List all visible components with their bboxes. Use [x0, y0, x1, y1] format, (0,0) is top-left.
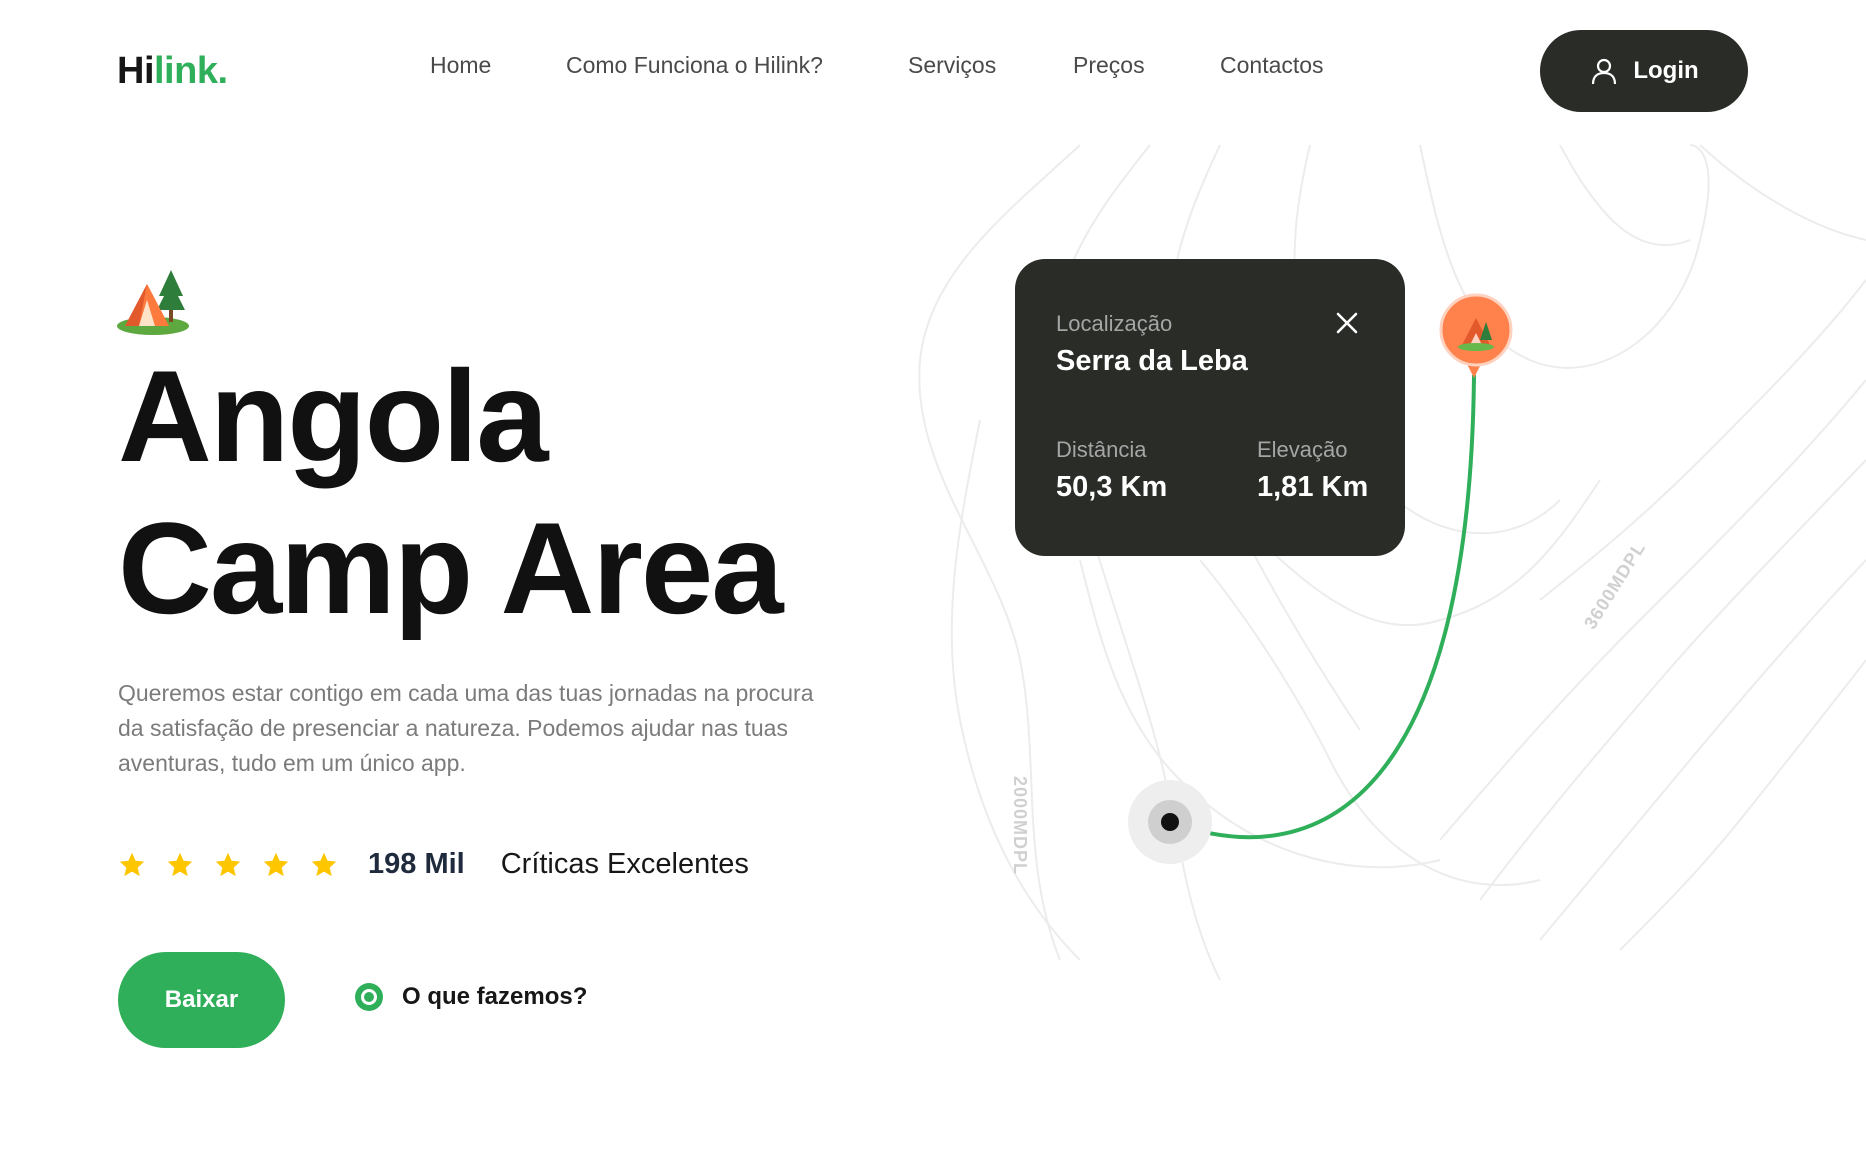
close-icon[interactable]: [1333, 309, 1361, 337]
star-icon: [263, 852, 289, 876]
nav-home[interactable]: Home: [430, 52, 491, 79]
hero-description: Queremos estar contigo em cada uma das t…: [118, 680, 814, 776]
star-icon: [167, 852, 193, 876]
start-point-marker: [1128, 780, 1212, 864]
logo-part-hi: Hi: [117, 50, 155, 92]
hero-title: Angola Camp Area: [118, 340, 784, 644]
distance-value: 50,3 Km: [1056, 471, 1168, 503]
contour-label-3600: 3600MDPL: [1580, 538, 1650, 633]
logo-part-dot: .: [217, 50, 228, 92]
logo-part-link: link: [154, 50, 218, 92]
rating-label: Críticas Excelentes: [500, 848, 749, 880]
nav-prices[interactable]: Preços: [1073, 52, 1145, 79]
rating-count: 198 Mil: [368, 848, 465, 880]
location-name: Serra da Leba: [1056, 345, 1248, 377]
location-card: Localização Serra da Leba Distância 50,3…: [1015, 259, 1405, 556]
hero-title-line-1: Angola: [118, 343, 549, 489]
nav-contacts[interactable]: Contactos: [1220, 52, 1324, 79]
what-we-do-link[interactable]: O que fazemos?: [354, 982, 587, 1012]
login-button[interactable]: Login: [1540, 30, 1748, 112]
contour-label-2000: 2000MDPL: [1010, 776, 1030, 876]
download-button[interactable]: Baixar: [118, 952, 285, 1048]
star-icon: [311, 852, 337, 876]
star-icon: [119, 852, 145, 876]
elevation-value: 1,81 Km: [1257, 471, 1369, 503]
destination-pin[interactable]: [1439, 293, 1513, 378]
rating-stars: [118, 851, 338, 879]
rating: 198 Mil Críticas Excelentes: [118, 848, 749, 881]
location-label: Localização: [1056, 311, 1173, 336]
elevation-label: Elevação: [1257, 437, 1348, 462]
camping-tent-icon: [117, 270, 189, 335]
hero-title-line-2: Camp Area: [118, 495, 784, 641]
user-icon: [1592, 58, 1617, 85]
nav-how-it-works[interactable]: Como Funciona o Hilink?: [566, 52, 823, 79]
logo[interactable]: Hilink.: [117, 50, 228, 93]
nav-services[interactable]: Serviços: [908, 52, 996, 79]
landing-page: 2000MDPL 3600MDPL Hilink. Home Como Func…: [0, 0, 1866, 1164]
login-label: Login: [1633, 57, 1699, 84]
distance-label: Distância: [1056, 437, 1147, 462]
what-we-do-label: O que fazemos?: [402, 983, 588, 1010]
star-icon: [215, 852, 241, 876]
play-icon: [355, 983, 383, 1011]
